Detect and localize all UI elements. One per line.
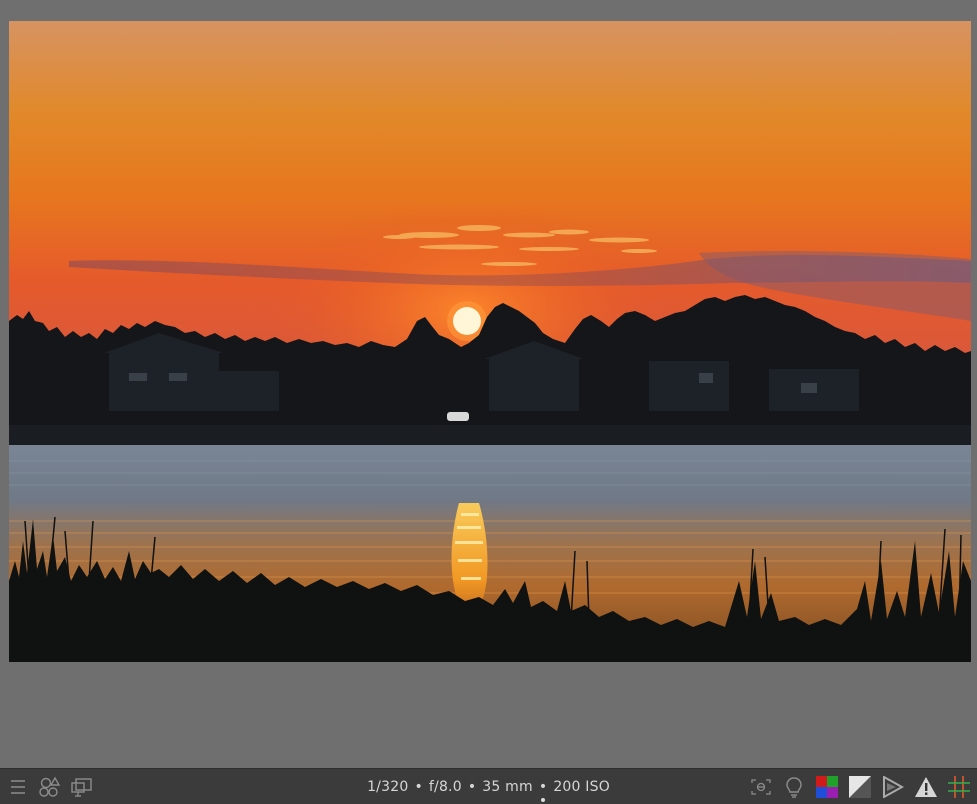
gamut-check-icon xyxy=(883,775,904,798)
right-toolbar xyxy=(749,769,971,804)
guides-button[interactable] xyxy=(947,775,971,799)
exif-separator: • xyxy=(467,778,477,795)
gamut-check-button[interactable] xyxy=(881,775,905,799)
image-canvas[interactable] xyxy=(0,0,977,768)
exif-separator: • xyxy=(538,778,548,795)
bottom-panel: 1/320 • f/8.0 • 35 mm • 200 ISO xyxy=(0,768,977,804)
softproof-icon xyxy=(849,775,871,798)
overexposure-warning-icon xyxy=(915,776,937,797)
softproof-button[interactable] xyxy=(848,775,872,799)
focus-peaking-button[interactable] xyxy=(749,775,773,799)
exif-aperture: f/8.0 xyxy=(428,778,462,795)
color-assessment-icon xyxy=(816,775,838,798)
bulb-icon xyxy=(786,776,802,798)
guides-icon xyxy=(948,775,970,798)
photo-preview[interactable] xyxy=(9,21,971,662)
focus-peaking-icon xyxy=(751,778,771,795)
exif-iso: 200 ISO xyxy=(553,778,610,795)
exif-shutter: 1/320 xyxy=(367,778,409,795)
overexposure-warning-button[interactable] xyxy=(914,775,938,799)
bulb-button[interactable] xyxy=(782,775,806,799)
color-assessment-button[interactable] xyxy=(815,775,839,799)
sunset-photo xyxy=(9,21,971,662)
mouse-cursor xyxy=(541,798,545,802)
exif-separator: • xyxy=(414,778,423,795)
exif-focal-length: 35 mm xyxy=(482,778,533,795)
